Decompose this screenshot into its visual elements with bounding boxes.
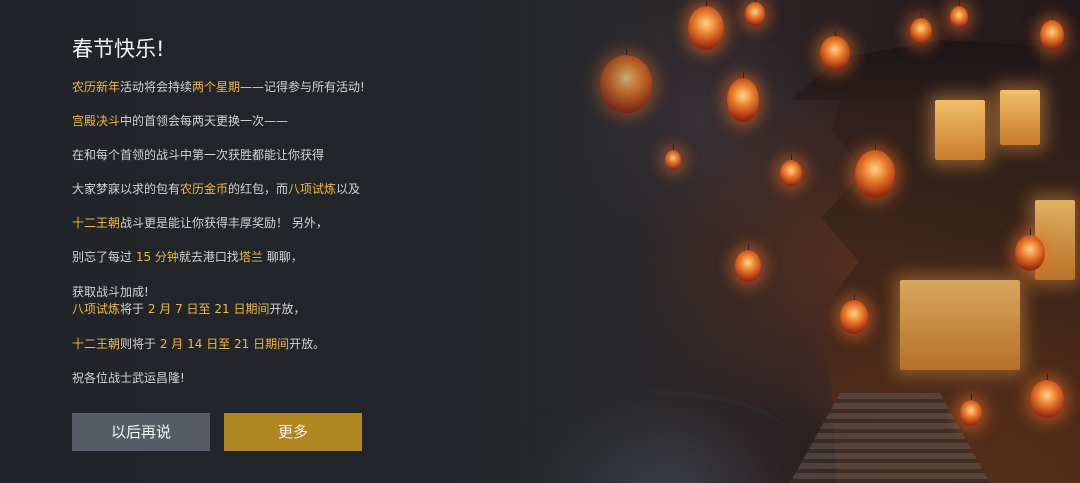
body-text: 祝各位战士武运昌隆!	[72, 371, 185, 385]
body-text: 就去港口找	[178, 250, 239, 264]
body-line: 八项试炼将于 2 月 7 日至 21 日期间开放，	[72, 301, 305, 317]
body-text: 聊聊，	[262, 250, 303, 264]
body-line: 十二王朝战斗更是能让你获得丰厚奖励！ 另外，	[72, 215, 328, 231]
highlight-text: 农历新年	[72, 80, 121, 94]
body-line: 宫殿决斗中的首领会每两天更换一次——	[72, 113, 288, 129]
highlight-text: 十二王朝	[72, 216, 121, 230]
body-text: ——记得参与所有活动!	[240, 80, 365, 94]
highlight-text: 八项试炼	[288, 182, 337, 196]
highlight-text: 2 月 14 日至 21 日期间	[159, 337, 290, 351]
highlight-text: 塔兰	[238, 250, 263, 264]
highlight-text: 宫殿决斗	[72, 114, 121, 128]
body-text: 获取战斗加成!	[72, 285, 149, 299]
body-line: 农历新年活动将会持续两个星期——记得参与所有活动!	[72, 79, 365, 95]
body-line: 祝各位战士武运昌隆!	[72, 370, 185, 386]
body-text: 以及	[336, 182, 361, 196]
highlight-text: 八项试炼	[72, 302, 121, 316]
body-text: 开放，	[269, 302, 306, 316]
body-line: 在和每个首领的战斗中第一次获胜都能让你获得	[72, 147, 324, 163]
body-line: 别忘了每过 15 分钟就去港口找塔兰 聊聊，	[72, 249, 303, 265]
body-line: 十二王朝则将于 2 月 14 日至 21 日期间开放。	[72, 336, 325, 352]
body-text: 战斗更是能让你获得丰厚奖励！ 另外，	[120, 216, 328, 230]
dialog-title: 春节快乐!	[72, 37, 165, 61]
more-button[interactable]: 更多	[224, 413, 362, 451]
body-text: 别忘了每过	[72, 250, 136, 264]
highlight-text: 15 分钟	[135, 250, 179, 264]
later-button[interactable]: 以后再说	[72, 413, 210, 451]
body-text: 将于	[120, 302, 148, 316]
background-scene	[0, 0, 1080, 483]
body-text: 开放。	[289, 337, 326, 351]
highlight-text: 农历金币	[180, 182, 229, 196]
body-line: 获取战斗加成!	[72, 284, 149, 300]
left-fade-overlay	[0, 0, 1080, 483]
highlight-text: 2 月 7 日至 21 日期间	[147, 302, 270, 316]
event-dialog: 春节快乐!	[72, 30, 542, 64]
body-text: 中的首领会每两天更换一次——	[120, 114, 289, 128]
body-text: 大家梦寐以求的包有	[72, 182, 181, 196]
highlight-text: 十二王朝	[72, 337, 121, 351]
body-text: 活动将会持续	[120, 80, 193, 94]
body-line: 大家梦寐以求的包有农历金币的红包，而八项试炼以及	[72, 181, 360, 197]
body-text: 则将于	[120, 337, 160, 351]
body-text: 在和每个首领的战斗中第一次获胜都能让你获得	[72, 148, 325, 162]
highlight-text: 两个星期	[192, 80, 241, 94]
body-text: 的红包，而	[228, 182, 289, 196]
